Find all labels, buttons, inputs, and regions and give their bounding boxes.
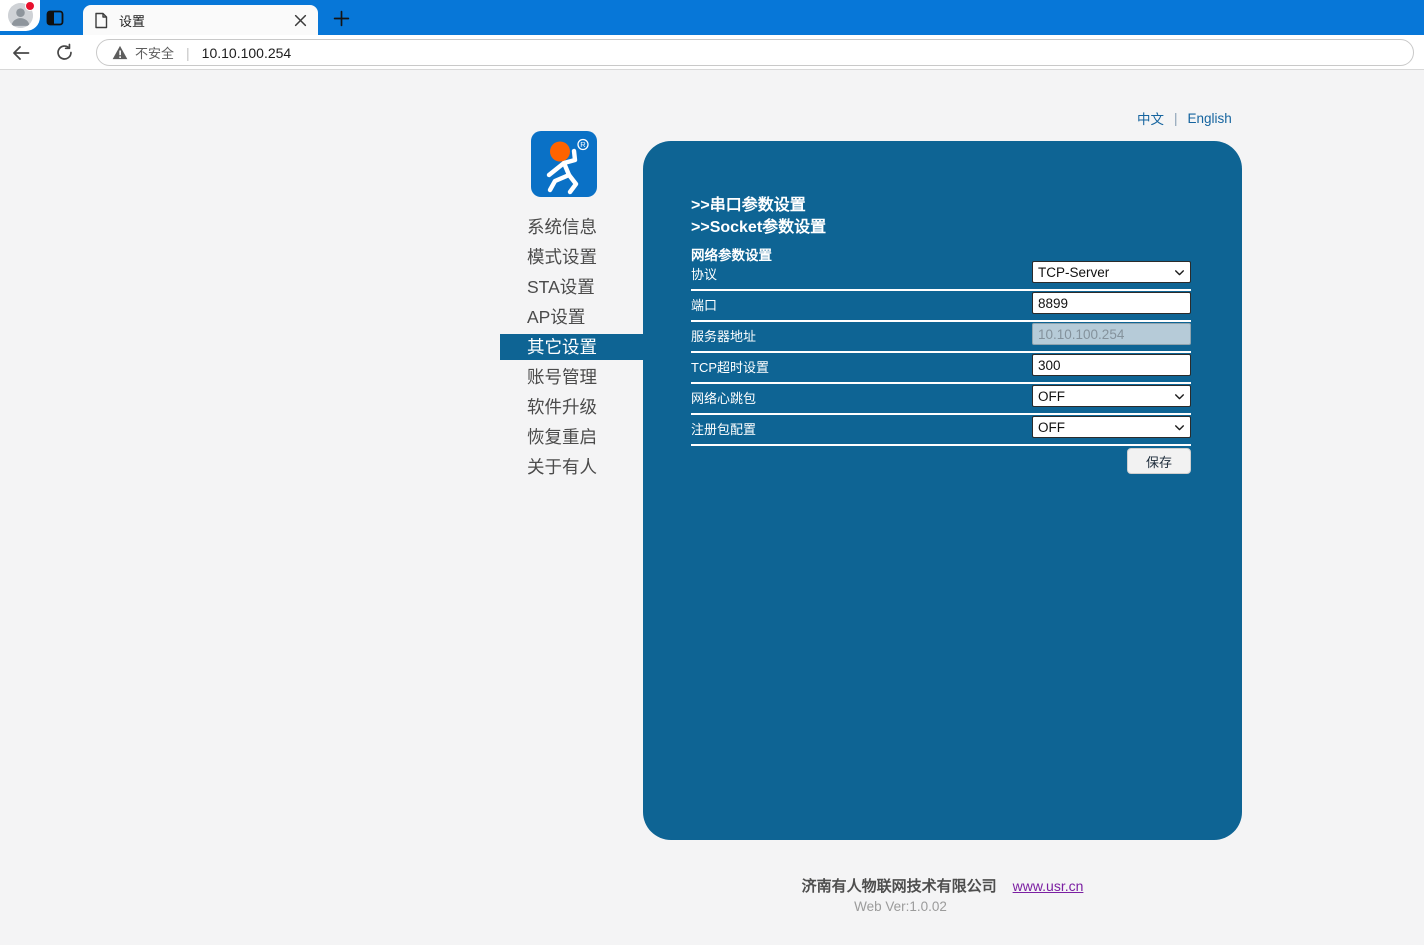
usr-logo: R bbox=[531, 131, 597, 197]
page-content: 中文 | English R 系统信息 模式设置 STA设置 bbox=[0, 70, 1424, 945]
protocol-select-value: TCP-Server bbox=[1038, 265, 1109, 280]
back-button[interactable] bbox=[11, 43, 31, 63]
form-row-port: 端口 bbox=[691, 292, 1191, 322]
form-row-tcp-timeout: TCP超时设置 bbox=[691, 354, 1191, 384]
settings-panel: >>串口参数设置 >>Socket参数设置 网络参数设置 协议 TCP-Serv… bbox=[643, 141, 1242, 840]
security-badge[interactable]: 不安全 bbox=[112, 43, 174, 62]
sidebar-item-restore-restart[interactable]: 恢复重启 bbox=[500, 422, 644, 452]
svg-text:R: R bbox=[580, 140, 586, 149]
tab-actions-button[interactable] bbox=[44, 7, 66, 29]
form-row-server-address: 服务器地址 bbox=[691, 323, 1191, 353]
server-address-label: 服务器地址 bbox=[691, 326, 756, 345]
chevron-down-icon bbox=[1173, 266, 1186, 279]
sidebar-item-account-management[interactable]: 账号管理 bbox=[500, 362, 644, 392]
usr-website-link[interactable]: www.usr.cn bbox=[1013, 878, 1084, 894]
web-version: Web Ver:1.0.02 bbox=[601, 899, 1200, 914]
form-row-heartbeat: 网络心跳包 OFF bbox=[691, 385, 1191, 415]
register-packet-select-value: OFF bbox=[1038, 420, 1065, 435]
protocol-select[interactable]: TCP-Server bbox=[1032, 261, 1191, 283]
tcp-timeout-input[interactable] bbox=[1032, 354, 1191, 376]
sidebar-item-mode-settings[interactable]: 模式设置 bbox=[500, 242, 644, 272]
port-label: 端口 bbox=[691, 295, 717, 314]
close-icon bbox=[294, 14, 307, 27]
security-warning-text: 不安全 bbox=[135, 43, 174, 62]
sidebar-menu: 系统信息 模式设置 STA设置 AP设置 其它设置 账号管理 软件升级 恢复重启… bbox=[500, 212, 644, 482]
language-switch: 中文 | English bbox=[1137, 108, 1232, 128]
address-bar[interactable]: 不安全 | 10.10.100.254 bbox=[96, 39, 1414, 66]
new-tab-button[interactable] bbox=[330, 7, 352, 29]
browser-window: 设置 bbox=[0, 0, 1424, 945]
refresh-icon bbox=[55, 43, 74, 62]
socket-params-link[interactable]: >>Socket参数设置 bbox=[691, 213, 826, 237]
language-chinese-link[interactable]: 中文 bbox=[1137, 108, 1164, 128]
sidebar-item-other-settings[interactable]: 其它设置 bbox=[500, 334, 644, 360]
sidebar-item-sta-settings[interactable]: STA设置 bbox=[500, 272, 644, 302]
profile-button[interactable] bbox=[0, 0, 40, 31]
refresh-button[interactable] bbox=[55, 43, 75, 63]
workspaces-icon bbox=[44, 7, 66, 29]
document-icon bbox=[93, 12, 109, 29]
back-arrow-icon bbox=[11, 43, 31, 63]
url-text: 10.10.100.254 bbox=[202, 45, 292, 61]
serial-params-link[interactable]: >>串口参数设置 bbox=[691, 191, 806, 215]
heartbeat-select-value: OFF bbox=[1038, 389, 1065, 404]
address-divider: | bbox=[186, 45, 190, 61]
register-packet-label: 注册包配置 bbox=[691, 419, 756, 438]
chevron-down-icon bbox=[1173, 390, 1186, 403]
server-address-input bbox=[1032, 323, 1191, 345]
usr-figure-icon: R bbox=[531, 131, 597, 197]
heartbeat-label: 网络心跳包 bbox=[691, 388, 756, 407]
sidebar-item-ap-settings[interactable]: AP设置 bbox=[500, 302, 644, 332]
notification-dot bbox=[25, 1, 35, 11]
tab-title: 设置 bbox=[119, 11, 291, 30]
save-button[interactable]: 保存 bbox=[1127, 448, 1191, 474]
port-input[interactable] bbox=[1032, 292, 1191, 314]
register-packet-select[interactable]: OFF bbox=[1032, 416, 1191, 438]
sidebar-item-firmware-upgrade[interactable]: 软件升级 bbox=[500, 392, 644, 422]
plus-icon bbox=[333, 10, 350, 27]
browser-tab[interactable]: 设置 bbox=[83, 5, 318, 35]
company-name: 济南有人物联网技术有限公司 bbox=[802, 878, 997, 895]
form-row-protocol: 协议 TCP-Server bbox=[691, 261, 1191, 291]
warning-icon bbox=[112, 45, 128, 60]
heartbeat-select[interactable]: OFF bbox=[1032, 385, 1191, 407]
sidebar-item-system-info[interactable]: 系统信息 bbox=[500, 212, 644, 242]
chevron-down-icon bbox=[1173, 421, 1186, 434]
tab-strip: 设置 bbox=[0, 0, 1424, 35]
sidebar-item-about-usr[interactable]: 关于有人 bbox=[500, 452, 644, 482]
tab-close-button[interactable] bbox=[291, 11, 309, 29]
language-divider: | bbox=[1174, 111, 1178, 126]
form-row-register-packet: 注册包配置 OFF bbox=[691, 416, 1191, 446]
language-english-link[interactable]: English bbox=[1188, 111, 1232, 126]
tcp-timeout-label: TCP超时设置 bbox=[691, 357, 769, 376]
protocol-label: 协议 bbox=[691, 264, 717, 283]
page-footer: 济南有人物联网技术有限公司www.usr.cn Web Ver:1.0.02 bbox=[643, 875, 1242, 914]
